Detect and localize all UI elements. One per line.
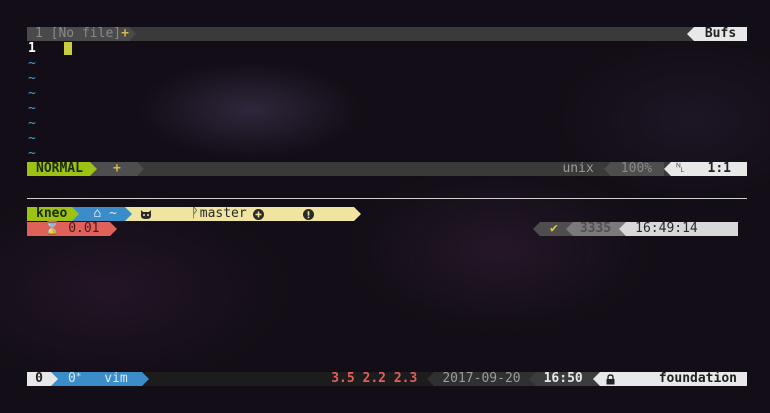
empty-line-marker: ~	[28, 131, 36, 146]
status-separator-icon	[533, 222, 540, 236]
load-separator-icon	[109, 222, 117, 236]
home-icon: ⌂	[93, 206, 102, 221]
empty-line-marker: ~	[28, 71, 36, 86]
prompt-load: ⌛ 0.01	[27, 222, 110, 236]
prompt-time: 16:49:14	[626, 222, 738, 236]
empty-line-marker: ~	[28, 56, 36, 71]
git-branch: master	[199, 206, 247, 221]
last-command-status: ✔	[540, 222, 566, 236]
mode-separator-icon	[89, 162, 97, 176]
load-average: 3.5 2.2 2.3	[331, 371, 418, 386]
date-separator-icon	[427, 372, 435, 386]
mode-indicator: NORMAL	[27, 162, 90, 176]
tmux-window-vim[interactable]: 0 * vim	[58, 372, 142, 386]
time-separator-icon	[528, 372, 536, 386]
percent-separator-icon	[664, 162, 672, 176]
prompt-git: ᚹ master	[131, 206, 354, 221]
fileformat-separator-icon	[603, 162, 611, 176]
vim-statusline: NORMAL + unix 100% ␤ 1:1	[27, 162, 747, 176]
modified-separator-icon	[136, 162, 144, 176]
line-number: 1	[28, 41, 36, 56]
bufs-separator-icon	[687, 27, 694, 41]
text-cursor	[64, 42, 72, 56]
tmux-status-bar: 0 0 * vim 3.5 2.2 2.3 2017-09-20 16:50 fou…	[27, 372, 747, 386]
shell-right-prompt: ✔ 3335 16:49:14	[533, 222, 738, 236]
window-index: 0	[68, 371, 76, 386]
window-separator-icon	[141, 372, 149, 386]
fileformat: unix	[562, 161, 594, 176]
line-number-icon: ␤	[671, 162, 692, 176]
tmux-session[interactable]: 0	[27, 372, 51, 386]
prompt-user: kneo	[27, 207, 73, 221]
history-separator-icon	[565, 222, 573, 236]
tab-name: [No file]	[50, 26, 122, 41]
exclamation-circle-icon	[302, 181, 350, 248]
hourglass-icon: ⌛	[44, 221, 61, 236]
vim-tabline: 1 [No file] + Bufs	[27, 27, 747, 41]
percent: 100%	[610, 162, 665, 176]
host-separator-icon	[592, 372, 600, 386]
shell-prompt-line-2: ⌛ 0.01	[27, 222, 117, 236]
hostname: foundation	[658, 371, 737, 386]
pane-divider	[27, 198, 747, 199]
tab-1[interactable]: 1 [No file] +	[27, 27, 129, 41]
empty-line-marker: ~	[28, 86, 36, 101]
shell-prompt-line-1: kneo ⌂ ~ ᚹ master	[27, 207, 361, 221]
branch-icon: ᚹ	[190, 206, 199, 221]
git-separator-icon	[353, 207, 361, 221]
tmux-date: 2017-09-20	[434, 372, 529, 386]
tab-modified-flag: +	[121, 26, 129, 41]
session-separator-icon	[51, 372, 58, 386]
github-cat-icon	[140, 180, 187, 248]
tmux-host: foundation	[599, 371, 747, 386]
empty-line-marker: ~	[28, 116, 36, 131]
tmux-time: 16:50	[535, 372, 593, 386]
modified-indicator: +	[96, 162, 137, 176]
empty-line-marker: ~	[28, 146, 36, 161]
empty-line-marker: ~	[28, 101, 36, 116]
plus-circle-icon	[252, 181, 300, 248]
history-number: 3335	[572, 222, 620, 236]
cwd-separator-icon	[124, 207, 132, 221]
bufs-label[interactable]: Bufs	[694, 27, 747, 41]
prompt-cwd: ⌂ ~	[79, 207, 125, 221]
window-name: vim	[104, 371, 128, 386]
lock-icon	[606, 346, 653, 413]
cursor-position: 1:1	[691, 162, 747, 176]
tab-separator-icon	[128, 27, 136, 41]
tab-number: 1	[35, 26, 43, 41]
time-separator-icon	[619, 222, 627, 236]
user-separator-icon	[72, 207, 80, 221]
